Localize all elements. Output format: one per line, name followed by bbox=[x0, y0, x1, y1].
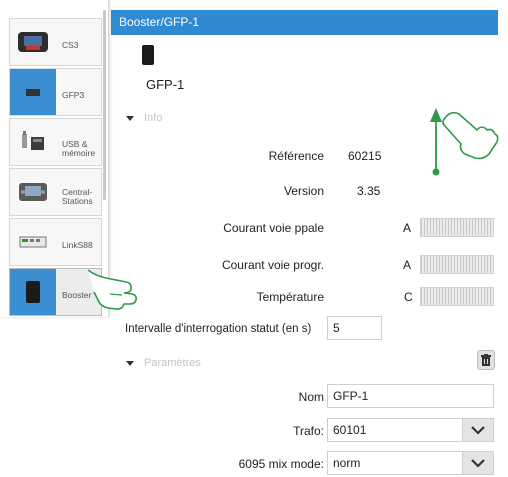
chevron-down-icon bbox=[471, 425, 485, 435]
sidebar-item-gfp3[interactable]: GFP3 bbox=[9, 68, 102, 116]
central-station-icon bbox=[10, 169, 56, 215]
mix-mode-dropdown-button[interactable] bbox=[462, 451, 494, 475]
sidebar-item-booster[interactable]: Booster bbox=[9, 268, 102, 316]
page-title-bar: Booster/GFP-1 bbox=[111, 10, 498, 35]
usb-memory-icon bbox=[10, 119, 56, 165]
sidebar-item-label: LinkS88 bbox=[62, 240, 93, 250]
trafo-dropdown-button[interactable] bbox=[462, 418, 494, 442]
sidebar-item-central-stations[interactable]: Central-Stations bbox=[9, 168, 102, 216]
version-value: 3.35 bbox=[357, 184, 381, 198]
sidebar-item-label: USB & mémoire bbox=[62, 139, 96, 158]
version-label: Version bbox=[283, 184, 324, 198]
current-prog-unit: A bbox=[403, 258, 412, 272]
interval-label: Intervalle d'interrogation statut (en s) bbox=[125, 323, 312, 335]
page-title: Booster/GFP-1 bbox=[119, 15, 200, 29]
cs3-device-icon bbox=[10, 19, 56, 65]
mix-mode-select[interactable]: norm bbox=[327, 451, 463, 475]
delete-button[interactable] bbox=[477, 350, 495, 370]
reference-value: 60215 bbox=[348, 149, 382, 163]
sidebar-item-links88[interactable]: LinkS88 bbox=[9, 218, 102, 266]
trafo-select[interactable]: 60101 bbox=[327, 418, 463, 442]
collapse-triangle-icon bbox=[126, 360, 134, 366]
current-prog-bar bbox=[420, 255, 494, 274]
sidebar-scrollbar[interactable] bbox=[103, 10, 106, 200]
sidebar-item-label: GFP3 bbox=[62, 90, 85, 100]
temperature-bar bbox=[420, 287, 494, 306]
sidebar-item-label: CS3 bbox=[62, 40, 79, 50]
temperature-unit: C bbox=[404, 290, 413, 304]
trash-icon bbox=[481, 354, 491, 366]
current-main-unit: A bbox=[403, 221, 412, 235]
current-prog-label: Courant voie progr. bbox=[221, 258, 324, 272]
reference-label: Référence bbox=[268, 149, 324, 163]
trafo-label: Trafo: bbox=[293, 424, 324, 438]
current-main-label: Courant voie ppale bbox=[223, 221, 324, 235]
collapse-triangle-icon bbox=[126, 115, 134, 121]
booster-icon bbox=[10, 269, 56, 315]
swipe-up-gesture-icon bbox=[430, 108, 499, 176]
sidebar-item-label: Booster bbox=[62, 290, 92, 300]
gfp3-device-icon bbox=[10, 69, 56, 115]
name-input[interactable] bbox=[327, 384, 494, 408]
name-label: Nom bbox=[298, 390, 324, 404]
device-sidebar: CS3 GFP3 USB & mémoire Central-Stations … bbox=[0, 0, 109, 317]
params-section-toggle[interactable]: Paramètres bbox=[126, 357, 201, 369]
info-section-label: Info bbox=[144, 112, 163, 124]
links88-icon bbox=[10, 219, 56, 265]
sidebar-item-cs3[interactable]: CS3 bbox=[9, 18, 102, 66]
current-main-bar bbox=[420, 218, 494, 237]
info-section-toggle[interactable]: Info bbox=[126, 112, 162, 124]
sidebar-item-label: Central-Stations bbox=[62, 187, 93, 206]
mix-mode-label: 6095 mix mode: bbox=[238, 457, 324, 471]
chevron-down-icon bbox=[471, 458, 485, 468]
sidebar-item-usb-memoire[interactable]: USB & mémoire bbox=[9, 118, 102, 166]
device-name: GFP-1 bbox=[146, 77, 185, 92]
booster-device-icon bbox=[142, 45, 154, 65]
interval-input[interactable] bbox=[327, 316, 382, 340]
params-section-label: Paramètres bbox=[144, 357, 201, 369]
temperature-label: Température bbox=[256, 290, 324, 304]
